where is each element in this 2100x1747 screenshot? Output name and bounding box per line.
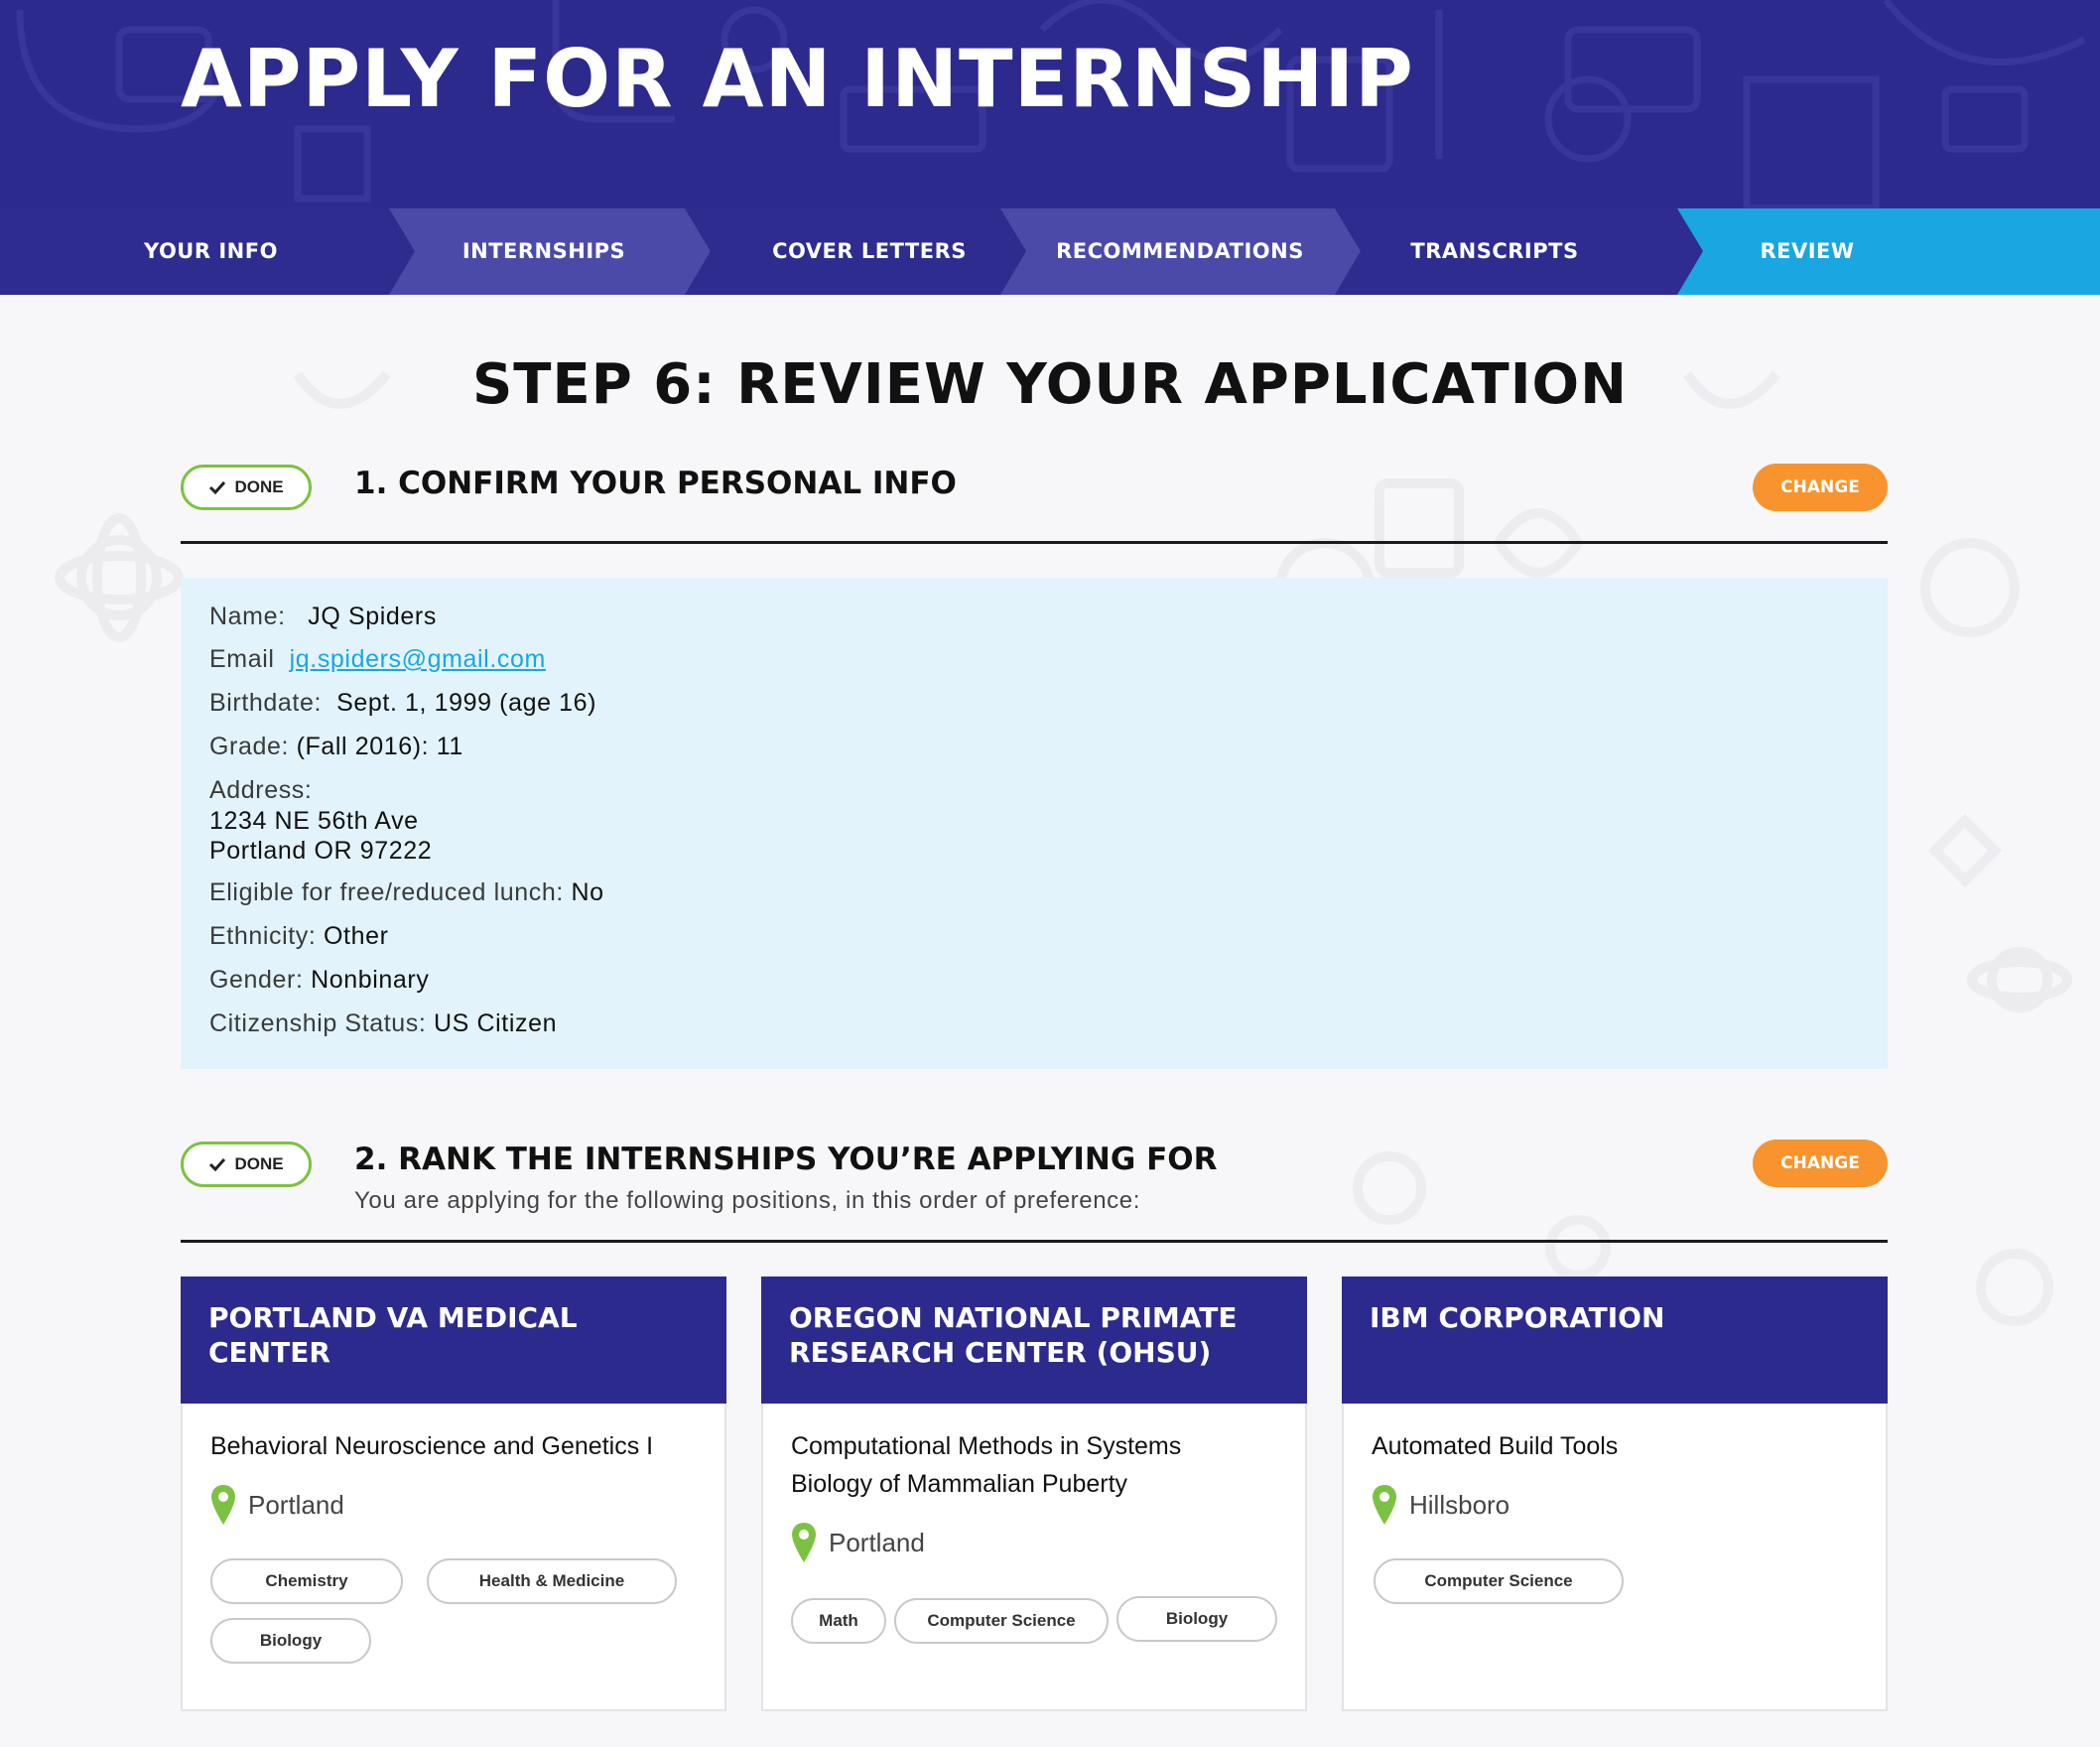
info-address-label: Address: bbox=[209, 776, 313, 804]
done-label: DONE bbox=[234, 1154, 284, 1173]
section-2-subtitle: You are applying for the following posit… bbox=[354, 1187, 1140, 1214]
info-address-line2: Portland OR 97222 bbox=[209, 837, 433, 865]
subject-tag: Chemistry bbox=[210, 1558, 403, 1604]
subject-tag: Biology bbox=[210, 1618, 371, 1664]
map-pin-icon bbox=[1373, 1485, 1396, 1525]
info-name: Name: JQ Spiders bbox=[209, 603, 437, 630]
check-icon bbox=[209, 1157, 226, 1171]
email-link[interactable]: jq.spiders@gmail.com bbox=[290, 645, 546, 673]
section-1-title: 1. CONFIRM YOUR PERSONAL INFO bbox=[354, 466, 957, 501]
section-2-title: 2. RANK THE INTERNSHIPS YOU’RE APPLYING … bbox=[354, 1142, 1218, 1177]
location-text: Portland bbox=[248, 1489, 344, 1520]
card-header: OREGON NATIONAL PRIMATE RESEARCH CENTER … bbox=[761, 1277, 1307, 1404]
info-birthdate: Birthdate: Sept. 1, 1999 (age 16) bbox=[209, 689, 597, 717]
subject-tag: Math bbox=[791, 1598, 886, 1644]
card-header: IBM CORPORATION bbox=[1342, 1277, 1888, 1404]
step-transcripts[interactable]: TRANSCRIPTS bbox=[1361, 208, 1629, 295]
card-location: Hillsboro bbox=[1372, 1483, 1509, 1527]
application-steps-nav: YOUR INFO INTERNSHIPS COVER LETTERS RECO… bbox=[0, 208, 2100, 295]
step-recommendations[interactable]: RECOMMENDATIONS bbox=[1026, 208, 1334, 295]
step-review[interactable]: REVIEW bbox=[1703, 208, 1911, 295]
location-text: Hillsboro bbox=[1409, 1489, 1510, 1520]
check-icon bbox=[209, 480, 226, 494]
page-heading: STEP 6: REVIEW YOUR APPLICATION bbox=[471, 352, 1629, 417]
card-location: Portland bbox=[791, 1521, 925, 1564]
location-text: Portland bbox=[829, 1527, 925, 1557]
card-location: Portland bbox=[210, 1483, 344, 1527]
info-citizenship: Citizenship Status: US Citizen bbox=[209, 1009, 558, 1037]
internship-card[interactable]: OREGON NATIONAL PRIMATE RESEARCH CENTER … bbox=[761, 1277, 1307, 1711]
info-gender: Gender: Nonbinary bbox=[209, 966, 430, 994]
card-position-title: Automated Build Tools bbox=[1372, 1432, 1619, 1460]
subject-tag: Computer Science bbox=[894, 1598, 1109, 1644]
subject-tag: Health & Medicine bbox=[427, 1558, 677, 1604]
card-organization: OREGON NATIONAL PRIMATE RESEARCH CENTER … bbox=[789, 1301, 1238, 1369]
internship-card[interactable]: IBM CORPORATION Automated Build Tools Hi… bbox=[1342, 1277, 1888, 1711]
map-pin-icon bbox=[211, 1485, 235, 1525]
personal-info-panel: Name: JQ Spiders Email jq.spiders@gmail.… bbox=[181, 578, 1888, 1069]
site-header: APPLY FOR AN INTERNSHIP bbox=[0, 0, 2100, 208]
card-position-title: Computational Methods in Systems Biology… bbox=[791, 1432, 1182, 1498]
step-internships[interactable]: INTERNSHIPS bbox=[415, 208, 673, 295]
section-divider bbox=[181, 541, 1888, 544]
done-label: DONE bbox=[234, 477, 284, 496]
step-cover-letters[interactable]: COVER LETTERS bbox=[711, 208, 1028, 295]
map-pin-icon bbox=[792, 1523, 816, 1562]
subject-tag: Computer Science bbox=[1374, 1558, 1624, 1604]
card-position-title: Behavioral Neuroscience and Genetics I bbox=[210, 1432, 654, 1460]
step-your-info[interactable]: YOUR INFO bbox=[144, 208, 342, 295]
info-ethnicity: Ethnicity: Other bbox=[209, 922, 389, 950]
site-title: APPLY FOR AN INTERNSHIP bbox=[181, 33, 1414, 125]
section-1-done-badge: DONE bbox=[181, 465, 312, 510]
info-lunch: Eligible for free/reduced lunch: No bbox=[209, 878, 604, 906]
internship-card[interactable]: PORTLAND VA MEDICAL CENTER Behavioral Ne… bbox=[181, 1277, 726, 1711]
card-organization: IBM CORPORATION bbox=[1370, 1301, 1665, 1334]
info-email: Email jq.spiders@gmail.com bbox=[209, 645, 546, 673]
change-internships-button[interactable]: CHANGE bbox=[1753, 1140, 1888, 1187]
change-personal-info-button[interactable]: CHANGE bbox=[1753, 464, 1888, 511]
info-grade: Grade: (Fall 2016): 11 bbox=[209, 733, 463, 760]
card-header: PORTLAND VA MEDICAL CENTER bbox=[181, 1277, 726, 1404]
card-organization: PORTLAND VA MEDICAL CENTER bbox=[208, 1301, 578, 1369]
info-address-line1: 1234 NE 56th Ave bbox=[209, 807, 419, 835]
section-2-done-badge: DONE bbox=[181, 1142, 312, 1187]
section-divider bbox=[181, 1240, 1888, 1243]
subject-tag: Biology bbox=[1116, 1596, 1277, 1642]
